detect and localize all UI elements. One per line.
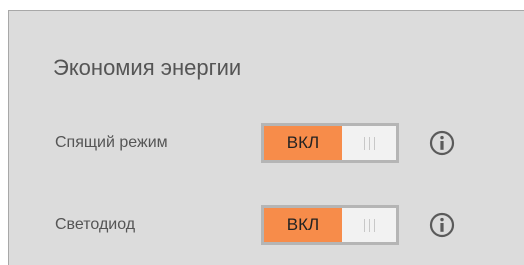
sleep-mode-toggle[interactable]: ВКЛ [261,123,399,163]
info-icon[interactable] [429,130,455,156]
grip-lines-icon [363,136,375,150]
sleep-mode-label: Спящий режим [55,134,168,151]
toggle-grip-handle [342,126,396,160]
led-toggle[interactable]: ВКЛ [261,205,399,245]
setting-row-led: Светодиод ВКЛ [9,205,524,245]
toggle-grip-handle [342,208,396,242]
grip-lines-icon [363,218,375,232]
led-label: Светодиод [55,216,136,233]
setting-row-sleep-mode: Спящий режим ВКЛ [9,123,524,163]
info-icon[interactable] [429,212,455,238]
led-toggle-on-label: ВКЛ [264,208,342,242]
sleep-mode-toggle-on-label: ВКЛ [264,126,342,160]
section-title: Экономия энергии [53,55,242,80]
power-saving-panel: Экономия энергии Спящий режим ВКЛ Светод… [8,10,524,265]
